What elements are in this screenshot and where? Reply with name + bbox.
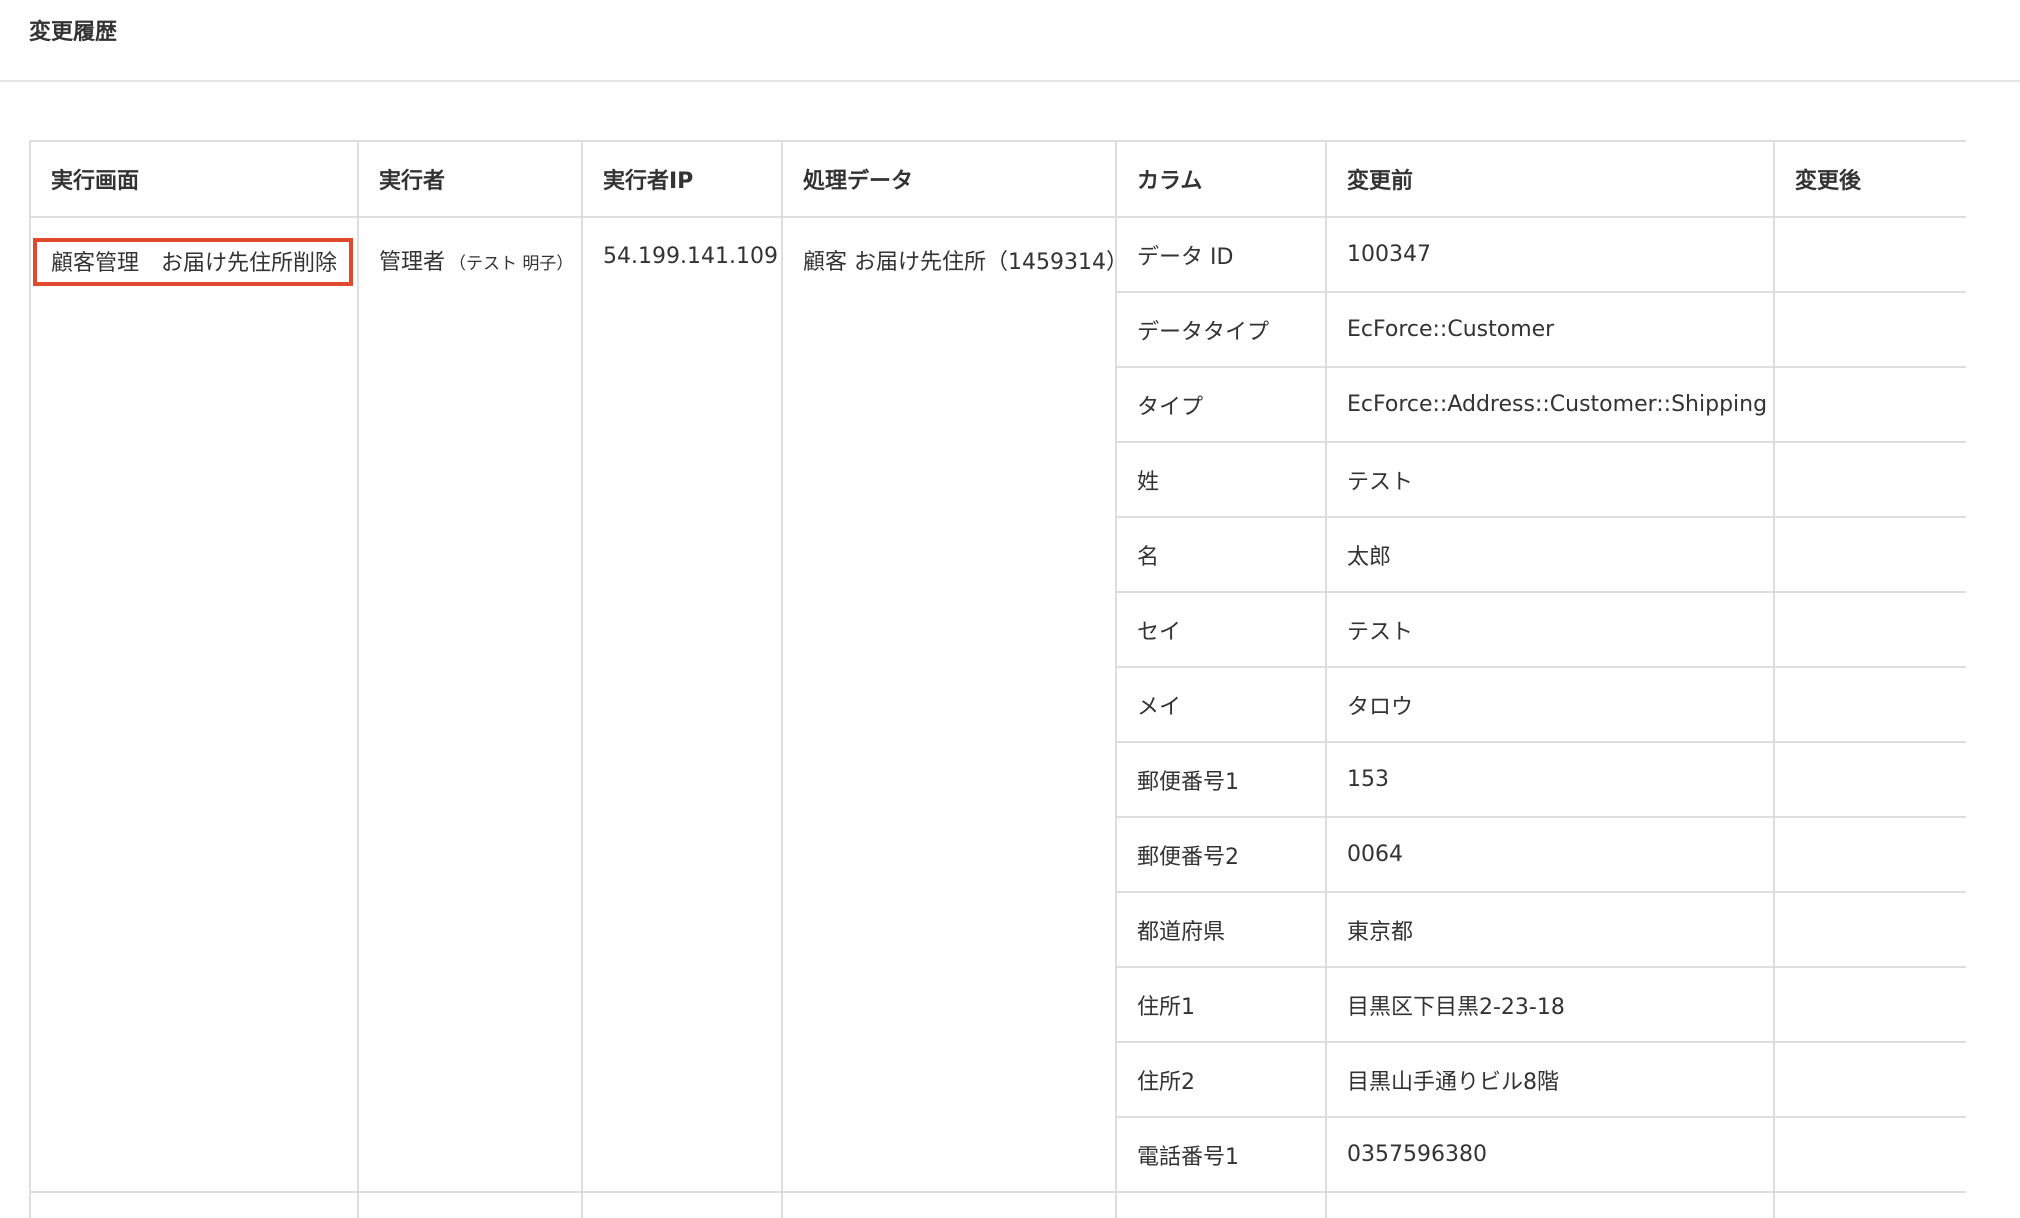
header-column: カラム xyxy=(1115,140,1327,218)
before-value-cell: 100347 xyxy=(1325,216,1775,293)
before-value-cell: テスト xyxy=(1325,591,1775,668)
column-name-cell: タイプ xyxy=(1115,366,1327,443)
empty-cell xyxy=(29,1191,359,1218)
before-value-cell: テスト xyxy=(1325,441,1775,518)
before-value-cell: 目黒区下目黒2-23-18 xyxy=(1325,966,1775,1043)
before-value-cell: 目黒山手通りビル8階 xyxy=(1325,1041,1775,1118)
executor-detail: （テスト 明子） xyxy=(449,254,574,274)
history-table-container: 実行画面 実行者 実行者IP 処理データ カラム 変更前 変更後 顧客管理 お届… xyxy=(29,140,1966,1218)
empty-cell xyxy=(1115,1191,1327,1218)
column-name-cell: 都道府県 xyxy=(1115,891,1327,968)
column-name-cell: 郵便番号2 xyxy=(1115,816,1327,893)
after-value-cell xyxy=(1773,1041,1966,1118)
executor-cell: 管理者 （テスト 明子） xyxy=(357,216,583,1193)
table-row xyxy=(29,1191,1966,1218)
column-name-cell: データ ID xyxy=(1115,216,1327,293)
after-value-cell xyxy=(1773,966,1966,1043)
target-data-cell: 顧客 お届け先住所（1459314） xyxy=(781,216,1117,1193)
before-value-cell: 太郎 xyxy=(1325,516,1775,593)
before-value-cell: EcForce::Customer xyxy=(1325,291,1775,368)
empty-cell xyxy=(1325,1191,1775,1218)
empty-cell xyxy=(1773,1191,1966,1218)
page-header: 変更履歴 xyxy=(0,0,2020,82)
after-value-cell xyxy=(1773,816,1966,893)
column-name-cell: 名 xyxy=(1115,516,1327,593)
after-value-cell xyxy=(1773,441,1966,518)
highlighted-screen-name: 顧客管理 お届け先住所削除 xyxy=(33,238,354,286)
table-row: 顧客管理 お届け先住所削除 管理者 （テスト 明子） 54.199.141.109… xyxy=(29,216,1966,1193)
empty-cell xyxy=(357,1191,583,1218)
after-value-cell xyxy=(1773,591,1966,668)
after-value-cell xyxy=(1773,216,1966,293)
header-executor-ip: 実行者IP xyxy=(581,140,783,218)
table-header-row: 実行画面 実行者 実行者IP 処理データ カラム 変更前 変更後 xyxy=(29,140,1966,218)
after-value-cell xyxy=(1773,741,1966,818)
column-name-cell: セイ xyxy=(1115,591,1327,668)
header-before: 変更前 xyxy=(1325,140,1775,218)
executor-name: 管理者 xyxy=(379,250,446,275)
header-target-data: 処理データ xyxy=(781,140,1117,218)
change-history-table: 実行画面 実行者 実行者IP 処理データ カラム 変更前 変更後 顧客管理 お届… xyxy=(29,140,1966,1218)
before-value-cell: 東京都 xyxy=(1325,891,1775,968)
before-value-cell: EcForce::Address::Customer::Shipping xyxy=(1325,366,1775,443)
before-value-cell: 0064 xyxy=(1325,816,1775,893)
header-screen: 実行画面 xyxy=(29,140,359,218)
after-value-cell xyxy=(1773,1116,1966,1193)
after-value-cell xyxy=(1773,516,1966,593)
before-value-cell: タロウ xyxy=(1325,666,1775,743)
executor-ip-cell: 54.199.141.109 xyxy=(581,216,783,1193)
screen-cell: 顧客管理 お届け先住所削除 xyxy=(29,216,359,1193)
after-value-cell xyxy=(1773,291,1966,368)
after-value-cell xyxy=(1773,666,1966,743)
header-after: 変更後 xyxy=(1773,140,1966,218)
page-title: 変更履歴 xyxy=(29,20,118,45)
column-name-cell: 住所2 xyxy=(1115,1041,1327,1118)
after-value-cell xyxy=(1773,891,1966,968)
column-name-cell: データタイプ xyxy=(1115,291,1327,368)
empty-cell xyxy=(781,1191,1117,1218)
before-value-cell: 153 xyxy=(1325,741,1775,818)
after-value-cell xyxy=(1773,366,1966,443)
column-name-cell: メイ xyxy=(1115,666,1327,743)
header-executor: 実行者 xyxy=(357,140,583,218)
column-name-cell: 郵便番号1 xyxy=(1115,741,1327,818)
empty-cell xyxy=(581,1191,783,1218)
before-value-cell: 0357596380 xyxy=(1325,1116,1775,1193)
column-name-cell: 姓 xyxy=(1115,441,1327,518)
column-name-cell: 住所1 xyxy=(1115,966,1327,1043)
column-name-cell: 電話番号1 xyxy=(1115,1116,1327,1193)
